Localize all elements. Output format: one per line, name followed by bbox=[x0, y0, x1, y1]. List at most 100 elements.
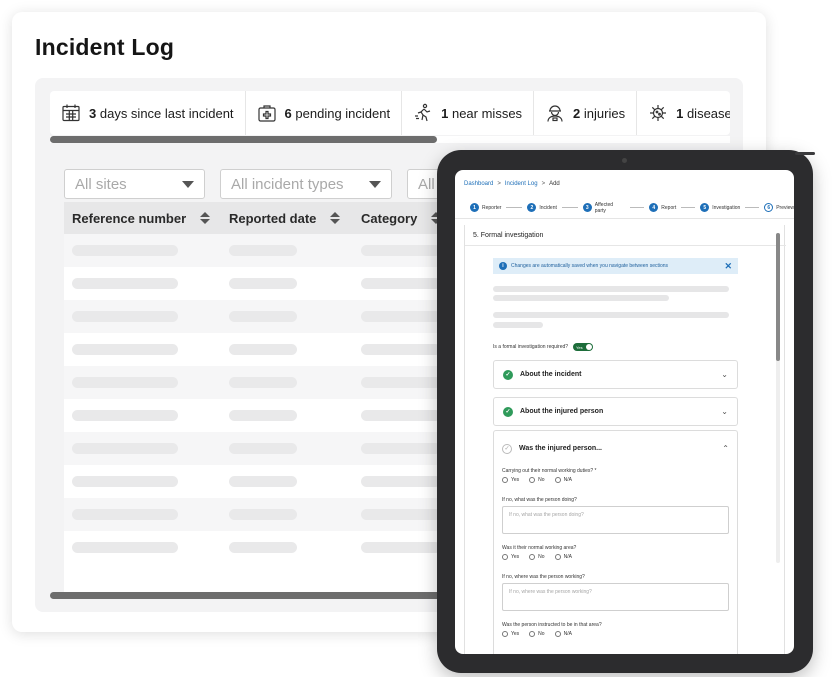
sites-select[interactable]: All sites bbox=[64, 169, 205, 199]
sort-icon[interactable] bbox=[330, 212, 341, 224]
what-doing-textarea[interactable]: If no, what was the person doing? bbox=[502, 506, 729, 534]
third-filter-value: All bbox=[418, 175, 435, 193]
radio-label: Yes bbox=[511, 631, 520, 637]
radio-no[interactable]: No bbox=[529, 554, 545, 560]
stat-value: 1 bbox=[441, 105, 449, 121]
step-report[interactable]: 4 Report bbox=[649, 203, 676, 212]
horizontal-scrollbar[interactable] bbox=[50, 136, 730, 143]
accordion-title: About the injured person bbox=[520, 408, 604, 415]
check-circle-icon: ✓ bbox=[503, 369, 513, 380]
scrollbar-thumb[interactable] bbox=[50, 136, 437, 143]
stepper: 1 Reporter 2 Incident 3 Affected party 4 Rep… bbox=[455, 197, 794, 219]
accordion-about-incident[interactable]: ✓ About the incident ⌄ bbox=[493, 360, 738, 389]
step-number: 1 bbox=[470, 203, 479, 212]
radio-na[interactable]: N/A bbox=[554, 477, 572, 483]
scrollbar-thumb[interactable] bbox=[50, 592, 450, 599]
radio-yes[interactable]: Yes bbox=[502, 477, 519, 483]
stage: Incident Log 3 days since last incident … bbox=[0, 0, 837, 677]
stat-pending-incident[interactable]: 6 pending incident bbox=[246, 91, 403, 135]
accordion-was-injured-person[interactable]: ✓ Was the injured person... ⌃ bbox=[493, 434, 738, 463]
stat-near-misses[interactable]: 1 near misses bbox=[402, 91, 535, 135]
question-normal-area: Was it their normal working area? bbox=[502, 545, 577, 551]
sort-icon[interactable] bbox=[200, 212, 211, 224]
radio-label: Yes bbox=[511, 554, 520, 560]
question-normal-duties: Carrying out their normal working duties… bbox=[502, 468, 597, 474]
step-investigation[interactable]: 5 Investigation bbox=[700, 203, 740, 212]
where-working-textarea[interactable]: If no, where was the person working? bbox=[502, 583, 729, 611]
stat-value: 2 bbox=[573, 105, 581, 121]
chevron-down-icon bbox=[369, 180, 381, 188]
incident-types-select[interactable]: All incident types bbox=[220, 169, 392, 199]
stats-bar: 3 days since last incident 6 pending inc… bbox=[50, 91, 730, 135]
placeholder-line bbox=[493, 286, 729, 292]
step-number: 5 bbox=[700, 203, 710, 212]
placeholder-line bbox=[493, 295, 669, 301]
step-connector bbox=[506, 207, 523, 208]
radio-label: No bbox=[538, 477, 545, 483]
textarea-placeholder: If no, what was the person doing? bbox=[509, 512, 584, 518]
formal-investigation-toggle[interactable]: Yes bbox=[573, 343, 594, 351]
stat-value: 3 bbox=[89, 105, 97, 121]
radio-no[interactable]: No bbox=[529, 477, 545, 483]
chevron-down-icon: ⌄ bbox=[721, 370, 728, 379]
step-number: 4 bbox=[649, 203, 659, 212]
radio-na[interactable]: N/A bbox=[554, 631, 572, 637]
step-label: Reporter bbox=[482, 204, 502, 211]
accordion-title: About the incident bbox=[520, 371, 582, 378]
close-icon[interactable]: ✕ bbox=[724, 261, 732, 272]
stat-label: days since last incident bbox=[99, 105, 234, 121]
tablet-screen: Dashboard > Incident Log > Add 1 Reporter… bbox=[455, 170, 794, 654]
autosave-info-banner: i Changes are automatically saved when y… bbox=[493, 258, 738, 274]
radio-group-normal-area: Yes No N/A bbox=[502, 554, 572, 560]
radio-label: No bbox=[538, 554, 545, 560]
divider bbox=[465, 245, 786, 246]
breadcrumb: Dashboard > Incident Log > Add bbox=[464, 181, 560, 187]
step-preview[interactable]: 6 Preview bbox=[764, 203, 794, 212]
step-label: Investigation bbox=[712, 204, 741, 211]
step-label: Preview bbox=[776, 204, 794, 211]
step-incident[interactable]: 2 Incident bbox=[527, 203, 557, 212]
radio-label: N/A bbox=[563, 477, 572, 483]
breadcrumb-dashboard[interactable]: Dashboard bbox=[464, 181, 493, 187]
calendar-icon bbox=[62, 104, 80, 122]
power-button bbox=[795, 152, 815, 155]
chevron-down-icon bbox=[182, 180, 194, 188]
radio-no[interactable]: No bbox=[529, 631, 545, 637]
stat-days-since-incident[interactable]: 3 days since last incident bbox=[50, 91, 246, 135]
chevron-right-icon: > bbox=[497, 181, 501, 187]
step-affected-party[interactable]: 3 Affected party bbox=[582, 201, 626, 214]
step-label: Incident bbox=[539, 204, 557, 211]
accordion-about-injured-person[interactable]: ✓ About the injured person ⌄ bbox=[493, 397, 738, 426]
radio-label: N/A bbox=[563, 554, 572, 560]
radio-group-normal-duties: Yes No N/A bbox=[502, 477, 572, 483]
step-label: Affected party bbox=[594, 201, 614, 214]
placeholder-line bbox=[493, 322, 543, 328]
section-title: 5. Formal investigation bbox=[473, 232, 544, 239]
step-number: 3 bbox=[582, 203, 592, 212]
question-what-doing: If no, what was the person doing? bbox=[502, 497, 577, 503]
column-header-reference-number[interactable]: Reference number bbox=[64, 211, 221, 226]
sites-select-value: All sites bbox=[75, 175, 127, 193]
chevron-down-icon: ⌄ bbox=[721, 407, 728, 416]
scrollbar-thumb[interactable] bbox=[776, 233, 780, 361]
worker-icon bbox=[547, 105, 563, 122]
formal-investigation-toggle-row: Is a formal investigation required? Yes bbox=[493, 343, 594, 351]
step-connector bbox=[681, 207, 696, 208]
accordion-was-injured-body bbox=[493, 430, 738, 654]
stat-injuries[interactable]: 2 injuries bbox=[534, 91, 638, 135]
column-header-reported-date[interactable]: Reported date bbox=[221, 211, 353, 226]
step-reporter[interactable]: 1 Reporter bbox=[470, 203, 501, 212]
check-circle-icon: ✓ bbox=[502, 443, 512, 454]
radio-label: No bbox=[538, 631, 545, 637]
form-container: 5. Formal investigation i Changes are au… bbox=[464, 225, 786, 654]
step-connector bbox=[630, 207, 645, 208]
radio-yes[interactable]: Yes bbox=[502, 631, 519, 637]
radio-na[interactable]: N/A bbox=[554, 554, 572, 560]
radio-yes[interactable]: Yes bbox=[502, 554, 519, 560]
form-scrollbar[interactable] bbox=[776, 233, 780, 563]
breadcrumb-incident-log[interactable]: Incident Log bbox=[505, 181, 538, 187]
step-connector bbox=[745, 207, 760, 208]
column-header-label: Reference number bbox=[72, 210, 187, 226]
breadcrumb-add: Add bbox=[549, 181, 560, 187]
stat-diseases[interactable]: 1 diseases bbox=[637, 91, 730, 135]
